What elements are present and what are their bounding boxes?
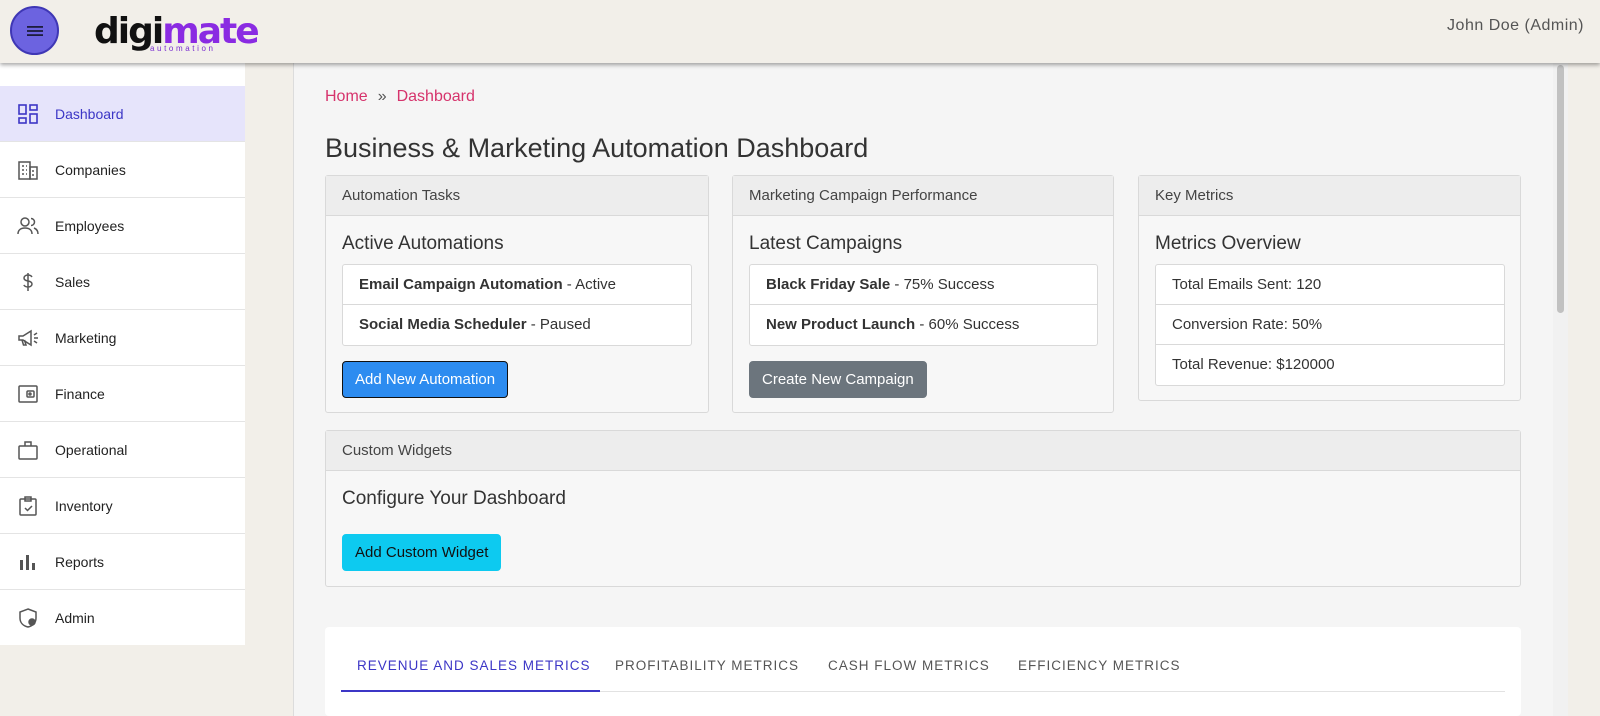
- sidebar-item-dashboard[interactable]: Dashboard: [0, 86, 245, 142]
- clipboard-check-icon: [17, 495, 39, 517]
- breadcrumb-separator: »: [377, 88, 387, 105]
- tab-revenue-and-sales[interactable]: REVENUE AND SALES METRICS: [357, 658, 591, 673]
- list-item: Total Revenue: $120000: [1172, 356, 1335, 373]
- breadcrumb: Home » Dashboard: [325, 88, 475, 106]
- list-item: Conversion Rate: 50%: [1156, 305, 1504, 345]
- list-item[interactable]: Social Media Scheduler - Paused: [343, 305, 691, 345]
- breadcrumb-current[interactable]: Dashboard: [397, 88, 475, 105]
- metrics-tabs-panel: REVENUE AND SALES METRICS PROFITABILITY …: [325, 627, 1521, 716]
- dashboard-icon: [17, 103, 39, 125]
- megaphone-icon: [17, 327, 39, 349]
- create-new-campaign-button[interactable]: Create New Campaign: [749, 361, 927, 398]
- card-title: Latest Campaigns: [749, 233, 903, 254]
- sidebar-item-label: Sales: [55, 273, 91, 290]
- sidebar-item-label: Finance: [55, 385, 105, 402]
- bar-chart-icon: [17, 551, 39, 573]
- page-title: Business & Marketing Automation Dashboar…: [325, 133, 869, 163]
- shield-user-icon: [17, 607, 39, 629]
- building-icon: [17, 159, 39, 181]
- menu-toggle-button[interactable]: [10, 6, 59, 55]
- list-item[interactable]: Black Friday Sale - 75% Success: [750, 265, 1097, 305]
- user-menu[interactable]: John Doe (Admin): [1447, 17, 1584, 35]
- list-item[interactable]: Email Campaign Automation - Active: [343, 265, 691, 305]
- vertical-scrollbar[interactable]: [1553, 63, 1568, 716]
- sidebar-item-label: Admin: [55, 610, 95, 626]
- item-status: - 60% Success: [915, 316, 1020, 333]
- card-header: Key Metrics: [1139, 176, 1520, 216]
- tab-cash-flow[interactable]: CASH FLOW METRICS: [828, 658, 990, 673]
- sidebar: Dashboard Companies Employees Sales Mark…: [0, 63, 245, 645]
- sidebar-item-label: Employees: [55, 217, 125, 234]
- automation-list: Email Campaign Automation - Active Socia…: [342, 264, 692, 346]
- people-icon: [17, 215, 39, 237]
- active-tab-indicator: [341, 690, 600, 692]
- sidebar-item-label: Companies: [55, 161, 126, 178]
- item-status: - 75% Success: [890, 276, 995, 293]
- digimate-logo[interactable]: digimate automation: [94, 12, 260, 56]
- sidebar-item-label: Marketing: [55, 329, 117, 346]
- logo-subtitle: automation: [150, 44, 216, 53]
- sidebar-item-label: Reports: [55, 553, 105, 570]
- sidebar-item-reports[interactable]: Reports: [0, 534, 245, 590]
- add-new-automation-button[interactable]: Add New Automation: [342, 361, 509, 398]
- card-header: Custom Widgets: [326, 431, 1520, 471]
- dollar-icon: [17, 271, 39, 293]
- add-custom-widget-button[interactable]: Add Custom Widget: [342, 534, 502, 571]
- tab-efficiency[interactable]: EFFICIENCY METRICS: [1018, 658, 1181, 673]
- item-name: Social Media Scheduler: [359, 316, 527, 333]
- campaign-list: Black Friday Sale - 75% Success New Prod…: [749, 264, 1098, 346]
- automation-tasks-card: Automation Tasks Active Automations Emai…: [325, 175, 709, 413]
- sidebar-item-sales[interactable]: Sales: [0, 254, 245, 310]
- card-title: Configure Your Dashboard: [342, 488, 566, 509]
- custom-widgets-card: Custom Widgets Configure Your Dashboard …: [325, 430, 1521, 587]
- item-status: - Paused: [526, 316, 591, 333]
- campaign-performance-card: Marketing Campaign Performance Latest Ca…: [732, 175, 1114, 413]
- tab-profitability[interactable]: PROFITABILITY METRICS: [615, 658, 799, 673]
- sidebar-item-employees[interactable]: Employees: [0, 198, 245, 254]
- card-header: Marketing Campaign Performance: [733, 176, 1113, 216]
- briefcase-icon: [17, 439, 39, 461]
- sidebar-item-label: Inventory: [55, 497, 113, 514]
- card-header: Automation Tasks: [326, 176, 708, 216]
- sidebar-item-admin[interactable]: Admin: [0, 590, 245, 646]
- item-status: - Active: [562, 276, 616, 293]
- item-name: Email Campaign Automation: [359, 276, 563, 293]
- sidebar-item-inventory[interactable]: Inventory: [0, 478, 245, 534]
- scrollbar-thumb[interactable]: [1557, 65, 1564, 313]
- card-title: Metrics Overview: [1155, 233, 1301, 254]
- sidebar-item-companies[interactable]: Companies: [0, 142, 245, 198]
- sidebar-item-label: Operational: [55, 441, 128, 458]
- metrics-list: Total Emails Sent: 120 Conversion Rate: …: [1155, 264, 1505, 386]
- sidebar-item-label: Dashboard: [55, 105, 124, 122]
- sidebar-item-finance[interactable]: Finance: [0, 366, 245, 422]
- sidebar-item-operational[interactable]: Operational: [0, 422, 245, 478]
- list-item[interactable]: New Product Launch - 60% Success: [750, 305, 1097, 345]
- breadcrumb-home-link[interactable]: Home: [325, 88, 368, 105]
- key-metrics-card: Key Metrics Metrics Overview Total Email…: [1138, 175, 1521, 401]
- list-item: Total Emails Sent: 120: [1156, 265, 1504, 305]
- wallet-icon: [17, 383, 39, 405]
- top-bar: digimate automation John Doe (Admin): [0, 0, 1600, 63]
- sidebar-item-marketing[interactable]: Marketing: [0, 310, 245, 366]
- hamburger-icon: [26, 25, 43, 36]
- item-name: New Product Launch: [766, 316, 916, 333]
- card-title: Active Automations: [342, 233, 504, 254]
- item-name: Black Friday Sale: [766, 276, 891, 293]
